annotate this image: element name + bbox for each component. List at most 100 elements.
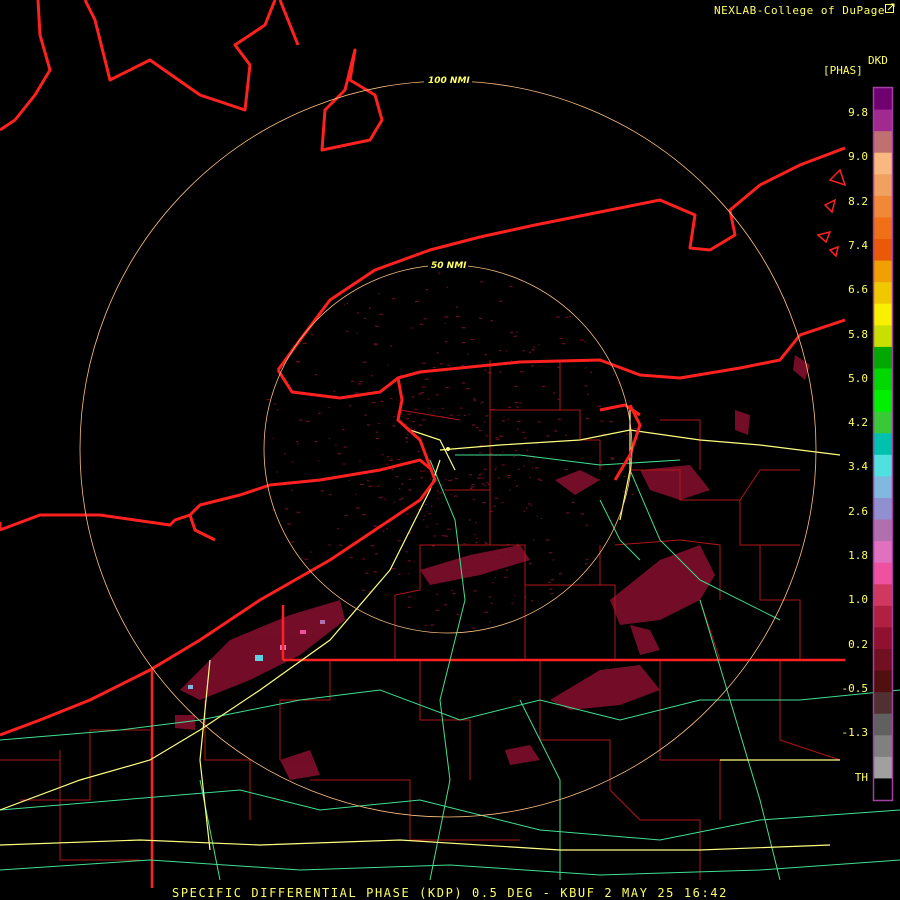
clutter-point: [395, 476, 399, 478]
clutter-point: [522, 350, 525, 352]
clutter-point: [305, 420, 310, 422]
clutter-point: [436, 593, 439, 595]
legend-unit-label: [PHAS]: [823, 64, 863, 77]
clutter-point: [356, 312, 360, 314]
clutter-point: [430, 624, 435, 626]
external-link-icon[interactable]: [885, 3, 895, 14]
clutter-point: [287, 523, 291, 525]
clutter-point: [417, 450, 420, 452]
clutter-point: [431, 505, 433, 507]
clutter-point: [444, 316, 449, 318]
legend-color-swatch: [874, 735, 892, 758]
clutter-point: [407, 560, 411, 562]
legend-color-swatch: [874, 584, 892, 607]
legend-color-swatch: [874, 303, 892, 326]
clutter-point: [504, 576, 507, 578]
clutter-point: [511, 359, 513, 362]
clutter-point: [611, 458, 614, 460]
clutter-point: [405, 513, 409, 515]
clutter-point: [468, 474, 473, 476]
clutter-point: [362, 514, 366, 516]
clutter-point: [310, 551, 312, 553]
clutter-point: [400, 497, 404, 499]
clutter-point: [328, 437, 330, 440]
clutter-point: [479, 452, 482, 454]
clutter-point: [397, 540, 402, 542]
clutter-point: [558, 573, 562, 575]
clutter-point: [579, 339, 584, 341]
clutter-point: [297, 443, 299, 445]
clutter-point: [470, 486, 475, 488]
legend-tick-label: TH: [854, 770, 868, 784]
clutter-point: [272, 437, 274, 440]
clutter-point: [490, 320, 494, 322]
legend-tick-label: 1.8: [848, 549, 868, 562]
clutter-point: [461, 364, 464, 367]
clutter-point: [597, 405, 602, 407]
clutter-point: [479, 444, 483, 446]
clutter-point: [408, 478, 412, 481]
clutter-point: [520, 371, 524, 373]
clutter-point: [494, 468, 497, 470]
clutter-point: [318, 412, 321, 414]
clutter-point: [398, 488, 401, 490]
clutter-point: [393, 501, 395, 503]
clutter-point: [501, 464, 505, 466]
color-legend-bar: [872, 86, 894, 802]
legend-color-swatch: [874, 476, 892, 499]
clutter-point: [380, 400, 384, 402]
clutter-point: [346, 303, 349, 305]
clutter-point: [532, 467, 534, 469]
clutter-point: [470, 338, 475, 341]
clutter-point: [540, 517, 542, 519]
clutter-point: [273, 403, 276, 405]
legend-color-swatch: [874, 152, 892, 175]
clutter-point: [444, 604, 448, 606]
clutter-point: [451, 590, 453, 592]
clutter-point: [517, 428, 519, 430]
clutter-point: [311, 334, 314, 336]
clutter-point: [585, 417, 590, 419]
clutter-point: [528, 351, 532, 353]
clutter-point: [355, 493, 357, 496]
range-ring-label-50: 50 NMI: [431, 261, 467, 271]
clutter-point: [349, 405, 352, 407]
legend-color-swatch: [874, 390, 892, 413]
clutter-point: [375, 431, 379, 433]
clutter-point: [499, 435, 504, 437]
clutter-point: [483, 421, 486, 423]
clutter-point: [517, 420, 521, 422]
clutter-point: [425, 503, 427, 505]
clutter-point: [392, 425, 396, 427]
clutter-point: [533, 346, 536, 348]
clutter-point: [393, 416, 395, 418]
clutter-point: [580, 513, 585, 515]
clutter-point: [545, 539, 550, 541]
clutter-point: [474, 533, 476, 536]
clutter-point: [475, 541, 478, 544]
clutter-point: [509, 489, 511, 491]
clutter-point: [457, 415, 459, 417]
clutter-point: [476, 538, 478, 540]
clutter-point: [484, 369, 487, 371]
clutter-point: [565, 434, 568, 436]
clutter-point: [514, 449, 517, 451]
clutter-point: [548, 581, 551, 583]
clutter-point: [426, 511, 428, 513]
clutter-point: [623, 475, 626, 478]
clutter-point: [396, 414, 398, 416]
clutter-point: [368, 485, 373, 487]
legend-color-swatch: [874, 497, 892, 521]
legend-color-swatch: [874, 519, 892, 542]
clutter-point: [468, 519, 471, 521]
legend-tick-label: 6.6: [848, 283, 868, 297]
clutter-point: [508, 406, 511, 408]
clutter-point: [487, 372, 492, 374]
legend-color-swatch: [874, 454, 892, 477]
clutter-point: [445, 341, 448, 343]
legend-color-swatch: [874, 195, 892, 218]
clutter-point: [433, 535, 436, 537]
clutter-point: [276, 409, 279, 411]
clutter-point: [445, 479, 447, 481]
clutter-point: [408, 489, 412, 491]
